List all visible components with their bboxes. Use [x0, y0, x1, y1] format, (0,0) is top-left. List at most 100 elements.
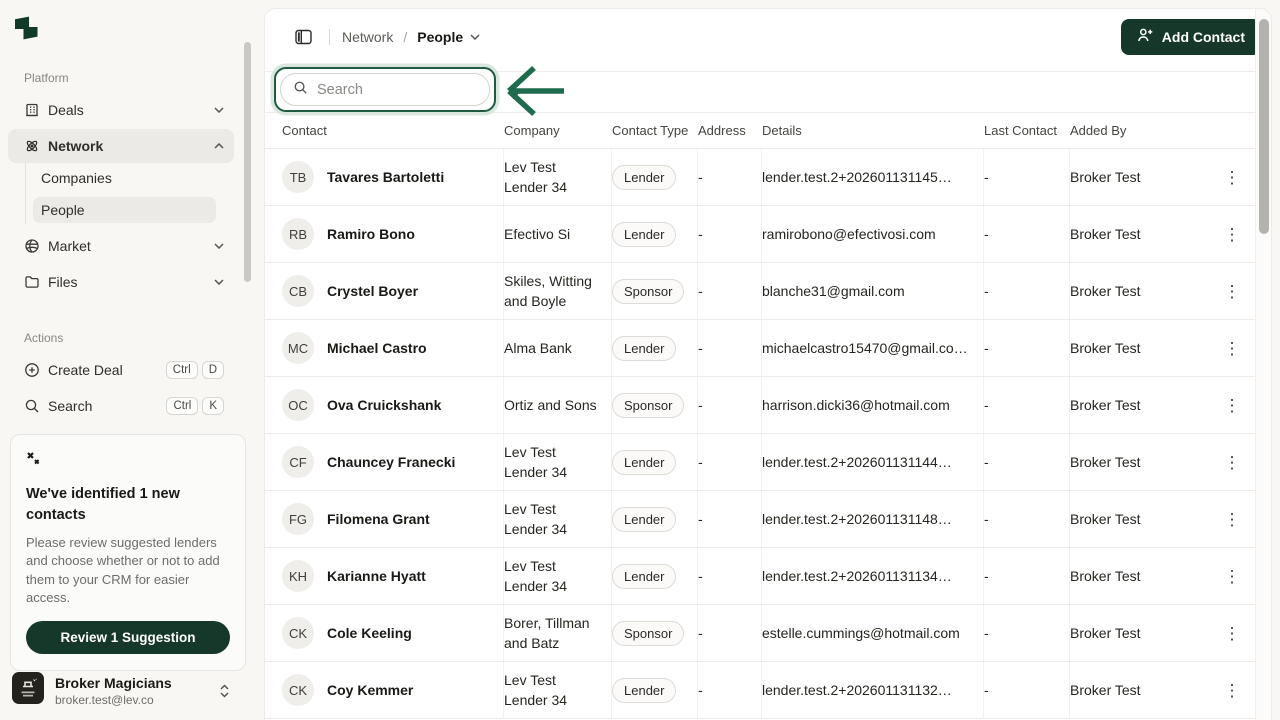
contact-name[interactable]: Chauncey Franecki: [327, 454, 455, 470]
search-input[interactable]: [317, 82, 477, 98]
vertical-scrollbar-track[interactable]: [1255, 9, 1271, 720]
suggestion-body: Please review suggested lenders and choo…: [26, 534, 230, 608]
address-cell: -: [698, 283, 703, 299]
contact-name[interactable]: Coy Kemmer: [327, 682, 413, 698]
address-cell: -: [698, 682, 703, 698]
added-by-cell: Broker Test: [1070, 340, 1141, 356]
chevron-down-icon: [214, 243, 224, 249]
table-row[interactable]: MC Michael Castro Alma Bank Lender - mic…: [265, 320, 1271, 377]
sidebar-item-deals[interactable]: Deals: [8, 93, 234, 127]
row-menu-button[interactable]: ⋮: [1216, 336, 1249, 361]
contact-type-badge: Sponsor: [612, 393, 684, 418]
sidebar-toggle-button[interactable]: [289, 23, 317, 51]
search-box[interactable]: [280, 73, 490, 106]
added-by-cell: Broker Test: [1070, 454, 1141, 470]
contact-name[interactable]: Michael Castro: [327, 340, 427, 356]
actions-section-label: Actions: [24, 331, 63, 345]
column-header-added-by: Added By: [1070, 123, 1207, 138]
sidebar-action-create-deal[interactable]: Create Deal Ctrl D: [8, 353, 234, 387]
row-menu-button[interactable]: ⋮: [1216, 564, 1249, 589]
last-contact-cell: -: [984, 625, 989, 641]
row-menu-button[interactable]: ⋮: [1216, 393, 1249, 418]
column-header-contact-type: Contact Type: [612, 123, 698, 138]
table-row[interactable]: FG Filomena Grant Lev Test Lender 34 Len…: [265, 491, 1271, 548]
sidebar-action-search[interactable]: Search Ctrl K: [8, 389, 234, 423]
sidebar-item-people[interactable]: People: [33, 197, 216, 223]
breadcrumb-page[interactable]: People: [417, 29, 463, 45]
contact-name[interactable]: Ramiro Bono: [327, 226, 415, 242]
table-row[interactable]: CF Chauncey Franecki Lev Test Lender 34 …: [265, 434, 1271, 491]
address-cell: -: [698, 397, 703, 413]
row-menu-button[interactable]: ⋮: [1216, 165, 1249, 190]
column-header-contact: Contact: [282, 123, 504, 138]
row-menu-button[interactable]: ⋮: [1216, 507, 1249, 532]
table-row[interactable]: KH Karianne Hyatt Lev Test Lender 34 Len…: [265, 548, 1271, 605]
suggestion-title: We've identified 1 new contacts: [26, 484, 230, 526]
company-cell: Ortiz and Sons: [504, 395, 597, 415]
contact-name[interactable]: Ova Cruickshank: [327, 397, 441, 413]
sidebar-item-network[interactable]: Network: [8, 129, 234, 163]
contact-avatar: CK: [282, 674, 314, 706]
sidebar-scrollbar[interactable]: [244, 42, 251, 282]
contact-avatar: RB: [282, 218, 314, 250]
table-row[interactable]: OC Ova Cruickshank Ortiz and Sons Sponso…: [265, 377, 1271, 434]
contact-avatar: CF: [282, 446, 314, 478]
added-by-cell: Broker Test: [1070, 169, 1141, 185]
table-body: TB Tavares Bartoletti Lev Test Lender 34…: [265, 149, 1271, 719]
table-row[interactable]: TB Tavares Bartoletti Lev Test Lender 34…: [265, 149, 1271, 206]
company-cell: Skiles, Witting and Boyle: [504, 271, 599, 311]
globe-icon: [24, 238, 40, 254]
details-cell: lender.test.2+202601131145…: [762, 169, 952, 185]
contact-name[interactable]: Filomena Grant: [327, 511, 430, 527]
added-by-cell: Broker Test: [1070, 568, 1141, 584]
add-contact-button[interactable]: Add Contact: [1121, 19, 1261, 55]
sidebar-item-companies[interactable]: Companies: [33, 165, 216, 191]
address-cell: -: [698, 568, 703, 584]
contact-type-badge: Lender: [612, 222, 676, 247]
sidebar-tree-line: [25, 163, 26, 224]
breadcrumb-section[interactable]: Network: [342, 29, 393, 45]
table-row[interactable]: CK Cole Keeling Borer, Tillman and Batz …: [265, 605, 1271, 662]
shortcut-key-ctrl: Ctrl: [166, 397, 198, 415]
vertical-scrollbar-thumb[interactable]: [1259, 19, 1269, 234]
added-by-cell: Broker Test: [1070, 283, 1141, 299]
contact-name[interactable]: Crystel Boyer: [327, 283, 418, 299]
last-contact-cell: -: [984, 454, 989, 470]
folder-icon: [24, 274, 40, 290]
address-cell: -: [698, 169, 703, 185]
address-cell: -: [698, 340, 703, 356]
contact-type-badge: Lender: [612, 678, 676, 703]
suggestion-card: We've identified 1 new contacts Please r…: [10, 434, 246, 671]
contact-avatar: KH: [282, 560, 314, 592]
table-row[interactable]: CK Coy Kemmer Lev Test Lender 34 Lender …: [265, 662, 1271, 719]
row-menu-button[interactable]: ⋮: [1216, 450, 1249, 475]
row-menu-button[interactable]: ⋮: [1216, 279, 1249, 304]
row-menu-button[interactable]: ⋮: [1216, 621, 1249, 646]
details-cell: lender.test.2+202601131132…: [762, 682, 952, 698]
last-contact-cell: -: [984, 226, 989, 242]
contact-avatar: FG: [282, 503, 314, 535]
contact-name[interactable]: Karianne Hyatt: [327, 568, 426, 584]
added-by-cell: Broker Test: [1070, 625, 1141, 641]
address-cell: -: [698, 625, 703, 641]
contact-name[interactable]: Cole Keeling: [327, 625, 412, 641]
row-menu-button[interactable]: ⋮: [1216, 222, 1249, 247]
contact-name[interactable]: Tavares Bartoletti: [327, 169, 444, 185]
company-cell: Lev Test Lender 34: [504, 442, 599, 482]
company-cell: Alma Bank: [504, 338, 572, 358]
network-icon: [24, 138, 40, 154]
details-cell: blanche31@gmail.com: [762, 283, 905, 299]
contact-type-badge: Sponsor: [612, 279, 684, 304]
table-row[interactable]: RB Ramiro Bono Efectivo Si Lender - rami…: [265, 206, 1271, 263]
table-row[interactable]: CB Crystel Boyer Skiles, Witting and Boy…: [265, 263, 1271, 320]
shortcut-key-d: D: [202, 361, 224, 379]
sidebar-item-market[interactable]: Market: [8, 229, 234, 263]
sidebar-item-files[interactable]: Files: [8, 265, 234, 299]
filter-funnel-button[interactable]: [501, 81, 529, 109]
review-suggestion-button[interactable]: Review 1 Suggestion: [26, 621, 230, 654]
sidebar-item-label: Files: [48, 274, 78, 290]
row-menu-button[interactable]: ⋮: [1216, 678, 1249, 703]
account-switcher[interactable]: Broker Magicians broker.test@lev.co: [12, 672, 244, 709]
chevron-down-icon[interactable]: [470, 34, 480, 40]
contact-type-badge: Lender: [612, 507, 676, 532]
